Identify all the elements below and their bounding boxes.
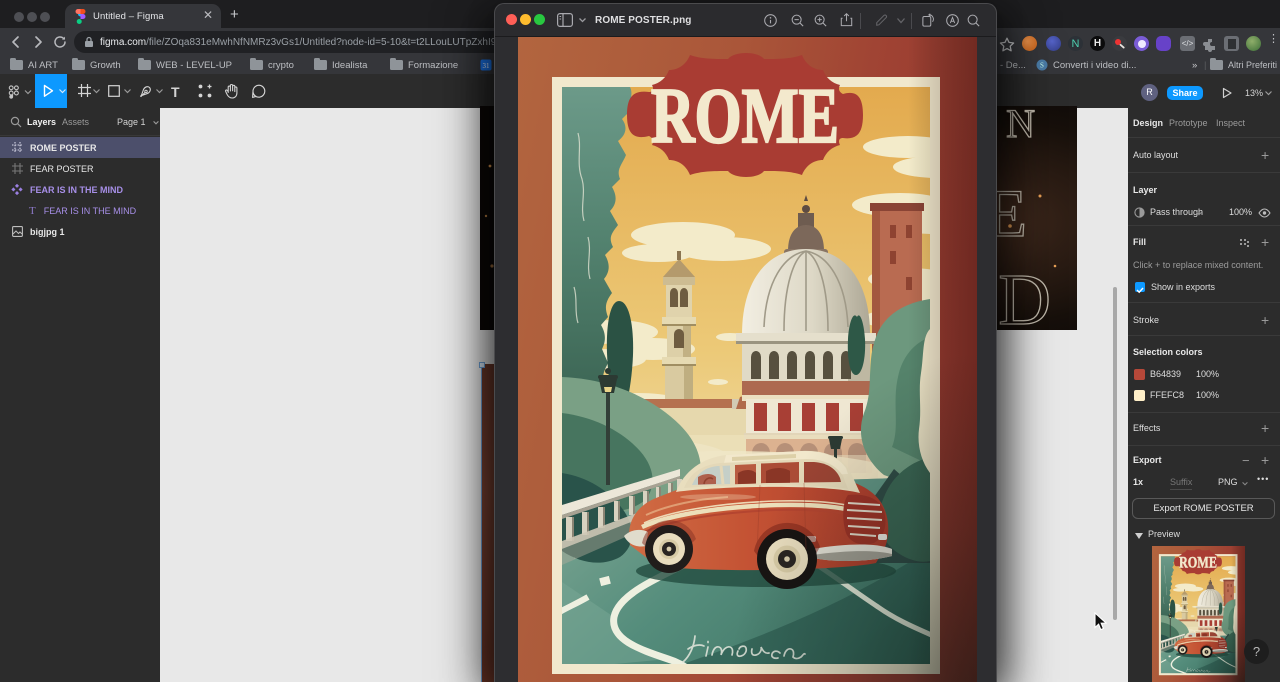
svg-text:S: S — [1040, 62, 1044, 70]
svg-text:N: N — [1006, 106, 1035, 146]
svg-text:31: 31 — [483, 62, 491, 70]
